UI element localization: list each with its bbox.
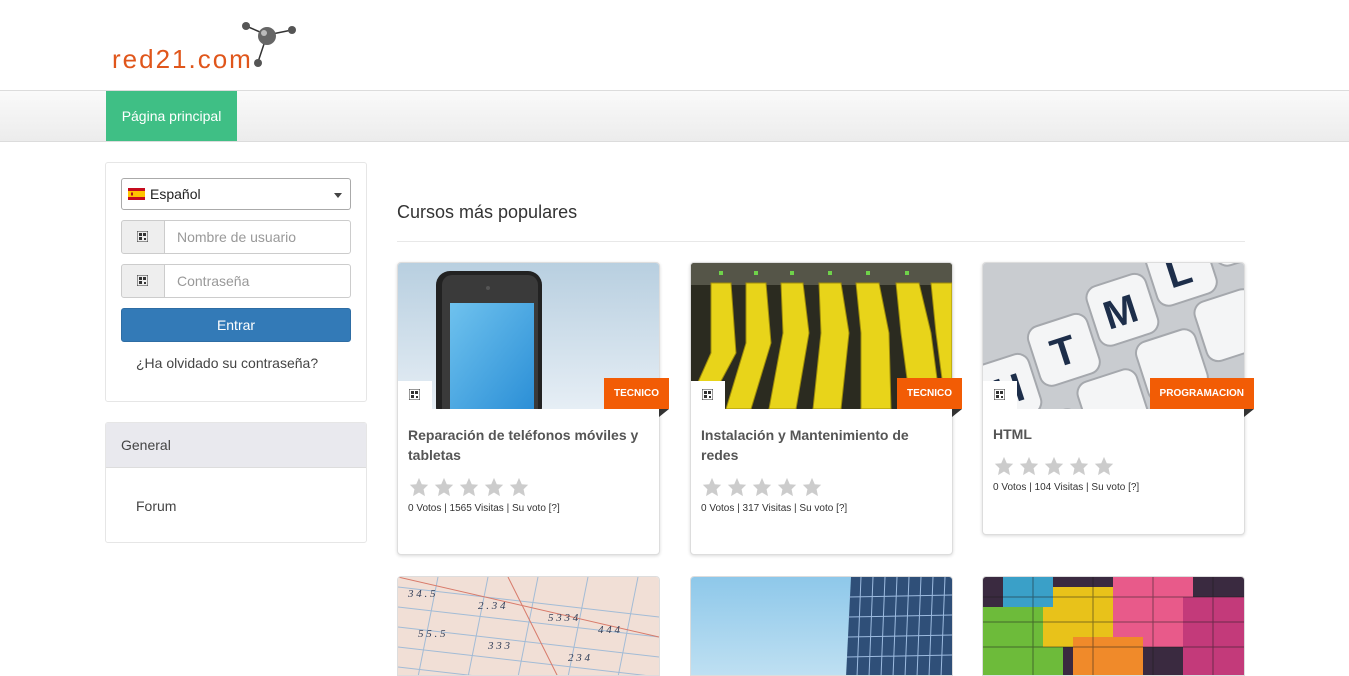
star-icon[interactable] <box>1068 455 1090 477</box>
course-image-chip[interactable] <box>983 577 1244 676</box>
svg-text:2 3 4: 2 3 4 <box>568 652 591 664</box>
qr-code-icon <box>409 389 420 400</box>
star-icon[interactable] <box>776 476 798 498</box>
site-header: red21.com <box>0 0 1349 90</box>
ribbon-fold <box>1244 409 1254 417</box>
ribbon-fold <box>659 409 669 417</box>
qr-code-icon <box>994 389 1005 400</box>
star-icon[interactable] <box>433 476 455 498</box>
svg-text:3 3 3: 3 3 3 <box>487 640 511 652</box>
star-icon[interactable] <box>1093 455 1115 477</box>
qr-code-icon <box>137 275 148 286</box>
username-input[interactable] <box>164 220 351 254</box>
general-panel-title: General <box>106 423 366 468</box>
star-rating[interactable] <box>408 476 538 498</box>
main-navbar: Página principal <box>0 90 1349 142</box>
svg-text:4 4 4: 4 4 4 <box>598 624 621 636</box>
course-card-1[interactable]: TECNICO Reparación de teléfonos móviles … <box>397 262 669 555</box>
section-title: Cursos más populares <box>397 202 578 222</box>
logo-text: red21.com <box>112 44 253 74</box>
star-icon[interactable] <box>993 455 1015 477</box>
nav-item-home[interactable]: Página principal <box>106 91 237 141</box>
language-select-value: Español <box>150 186 201 202</box>
category-ribbon[interactable]: TECNICO <box>604 378 669 409</box>
password-addon <box>121 264 165 298</box>
forgot-password-link[interactable]: ¿Ha olvidado su contraseña? <box>136 355 318 371</box>
course-title[interactable]: HTML <box>993 424 1233 444</box>
section-divider <box>397 241 1245 242</box>
star-icon[interactable] <box>1043 455 1065 477</box>
category-ribbon[interactable]: TECNICO <box>897 378 962 409</box>
login-panel: Español Entrar ¿Ha olvidado su contraseñ… <box>105 162 367 402</box>
svg-text:5 3 3 4: 5 3 3 4 <box>548 612 579 624</box>
password-group <box>121 264 351 298</box>
course-card-2[interactable]: TECNICO Instalación y Mantenimiento de r… <box>690 262 962 555</box>
course-card-3[interactable]: HTML PROGRAMACION HTML 0 Votos | 104 Vis… <box>982 262 1254 535</box>
qr-code-icon <box>702 389 713 400</box>
course-image-building[interactable] <box>691 577 952 676</box>
spain-flag-icon <box>128 188 145 200</box>
star-rating[interactable] <box>701 476 831 498</box>
svg-text:2 . 3 4: 2 . 3 4 <box>478 600 506 612</box>
username-group <box>121 220 351 254</box>
course-stats: 0 Votos | 104 Visitas | Su voto [?] <box>993 482 1140 493</box>
qr-code-icon <box>137 231 148 242</box>
ribbon-fold <box>952 409 962 417</box>
course-title[interactable]: Instalación y Mantenimiento de redes <box>701 425 941 465</box>
qr-badge <box>691 381 725 409</box>
course-card-6[interactable] <box>982 576 1245 676</box>
forum-link[interactable]: Forum <box>136 498 176 514</box>
star-icon[interactable] <box>751 476 773 498</box>
login-button[interactable]: Entrar <box>121 308 351 342</box>
star-rating[interactable] <box>993 455 1123 477</box>
password-input[interactable] <box>164 264 351 298</box>
star-icon[interactable] <box>701 476 723 498</box>
star-icon[interactable] <box>483 476 505 498</box>
star-icon[interactable] <box>801 476 823 498</box>
course-image-spreadsheet[interactable]: 3 4 . 5 2 . 3 4 5 3 3 4 4 4 4 5 5 . 5 3 3 3 2… <box>398 577 659 676</box>
star-icon[interactable] <box>408 476 430 498</box>
general-panel: General Forum <box>105 422 367 543</box>
svg-text:3 4 . 5: 3 4 . 5 <box>407 588 436 600</box>
star-icon[interactable] <box>726 476 748 498</box>
course-stats: 0 Votos | 317 Visitas | Su voto [?] <box>701 503 848 514</box>
language-select[interactable]: Español <box>121 178 351 210</box>
course-card-5[interactable] <box>690 576 953 676</box>
site-logo[interactable]: red21.com <box>112 18 352 74</box>
qr-badge <box>398 381 432 409</box>
course-title[interactable]: Reparación de teléfonos móviles y tablet… <box>408 425 648 465</box>
course-stats: 0 Votos | 1565 Visitas | Su voto [?] <box>408 503 560 514</box>
star-icon[interactable] <box>458 476 480 498</box>
category-ribbon[interactable]: PROGRAMACION <box>1149 378 1254 409</box>
svg-text:5 5 . 5: 5 5 . 5 <box>418 628 446 640</box>
course-card-4[interactable]: 3 4 . 5 2 . 3 4 5 3 3 4 4 4 4 5 5 . 5 3 3 3 2… <box>397 576 660 676</box>
chevron-down-icon <box>334 193 342 198</box>
star-icon[interactable] <box>1018 455 1040 477</box>
qr-badge <box>983 381 1017 409</box>
star-icon[interactable] <box>508 476 530 498</box>
username-addon <box>121 220 165 254</box>
logo-graphic: red21.com <box>112 22 296 74</box>
